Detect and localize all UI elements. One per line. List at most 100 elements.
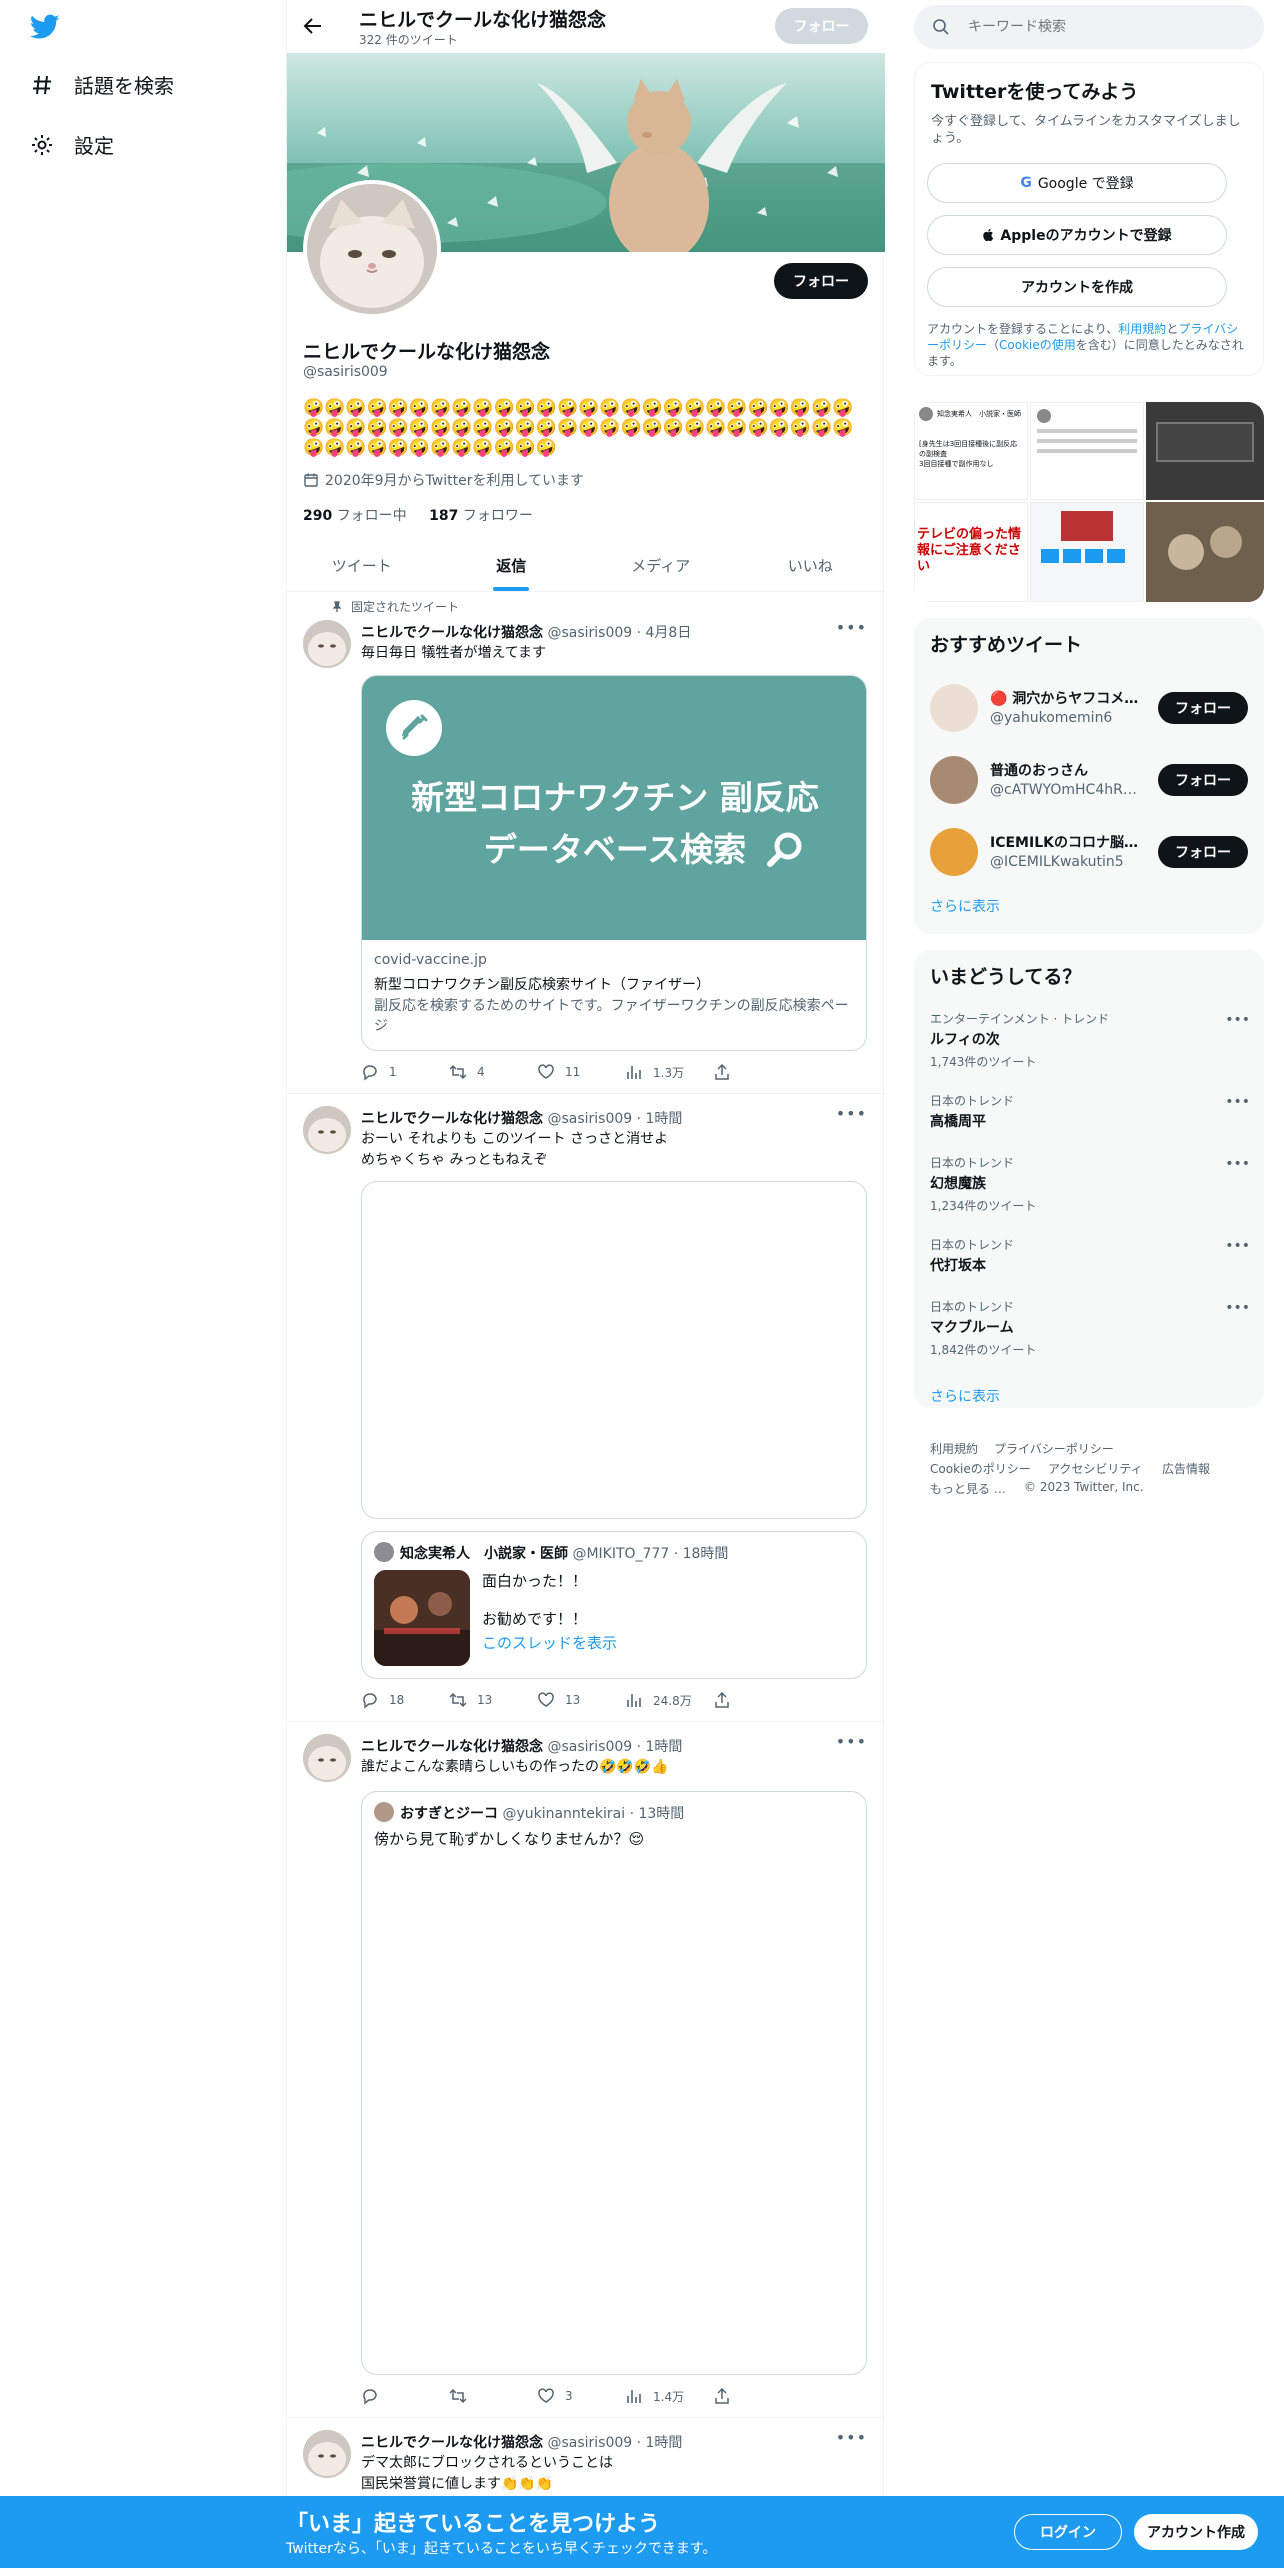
follow-button[interactable]: フォロー — [1158, 764, 1248, 796]
trend-item[interactable]: 日本のトレンド 代打坂本 ••• — [930, 1236, 1250, 1275]
footer-ads-link[interactable]: 広告情報 — [1162, 1460, 1210, 1477]
show-thread-link[interactable]: このスレッドを表示 — [482, 1632, 617, 1653]
more-icon[interactable]: ••• — [1225, 1238, 1250, 1254]
media-tile-2[interactable] — [1030, 402, 1144, 500]
trend-name: 代打坂本 — [930, 1258, 986, 1274]
tab-tweets[interactable]: ツイート — [287, 540, 437, 591]
views-button[interactable]: 1.4万 — [625, 2386, 713, 2406]
footer-accessibility-link[interactable]: アクセシビリティ — [1048, 1460, 1143, 1477]
tab-media[interactable]: メディア — [586, 540, 736, 591]
more-icon[interactable]: ••• — [836, 1104, 867, 1123]
reply-button[interactable] — [361, 2386, 449, 2406]
tweet-avatar[interactable] — [303, 1734, 351, 1782]
nav-settings[interactable]: 設定 — [28, 130, 114, 159]
nav-explore[interactable]: 話題を検索 — [28, 70, 174, 99]
tweet-1[interactable]: 固定されたツイート ニヒルでクールな化け猫怨念 @sasiris009 · 4月… — [287, 592, 885, 1094]
more-icon[interactable]: ••• — [1225, 1094, 1250, 1110]
reply-button[interactable]: 18 — [361, 1690, 449, 1710]
share-button[interactable] — [713, 1062, 801, 1082]
media-tile-1[interactable]: 知念実希人 小説家・医師 [身先生は3回目接種後に副反応の副検査 3回目接種で副… — [914, 402, 1028, 500]
retweet-button[interactable]: 13 — [449, 1690, 537, 1710]
tweet-avatar[interactable] — [303, 1106, 351, 1154]
followers-label: フォロワー — [462, 508, 533, 524]
quote-text-2: お勧めです！！ — [482, 1610, 588, 1628]
tweet-meta[interactable]: @sasiris009 · 4月8日 — [547, 625, 691, 641]
cookie-link[interactable]: Cookieの使用 — [999, 338, 1076, 352]
create-account-button[interactable]: アカウントを作成 — [927, 267, 1227, 307]
tweet-meta[interactable]: @sasiris009 · 1時間 — [547, 1111, 682, 1127]
follow-button[interactable]: フォロー — [1158, 692, 1248, 724]
recommend-user-2[interactable]: 普通のおっさん @cATWYOmHC4hR… フォロー — [914, 744, 1264, 816]
search-input[interactable] — [968, 19, 1228, 35]
tweet-2[interactable]: ニヒルでクールな化け猫怨念 @sasiris009 · 1時間 ••• おーい … — [287, 1094, 885, 1722]
more-icon[interactable]: ••• — [836, 618, 867, 637]
recommend-user-1[interactable]: 🔴 洞穴からヤフコメ… @yahukomemin6 フォロー — [914, 672, 1264, 744]
tweet-author-name[interactable]: ニヒルでクールな化け猫怨念 — [361, 625, 543, 641]
tab-likes[interactable]: いいね — [736, 540, 886, 591]
tab-replies[interactable]: 返信 — [437, 540, 587, 591]
embedded-media-placeholder[interactable] — [361, 1181, 867, 1519]
share-button[interactable] — [713, 1690, 801, 1710]
retweet-button[interactable] — [449, 2386, 537, 2406]
header-follow-button[interactable]: フォロー — [775, 8, 868, 44]
login-button[interactable]: ログイン — [1014, 2514, 1122, 2550]
more-icon[interactable]: ••• — [1225, 1012, 1250, 1028]
footer-privacy-link[interactable]: プライバシーポリシー — [994, 1440, 1114, 1457]
tweet-avatar[interactable] — [303, 620, 351, 668]
tweet-author-name[interactable]: ニヒルでクールな化け猫怨念 — [361, 1739, 543, 1755]
search-box[interactable] — [914, 5, 1264, 49]
tweet-avatar[interactable] — [303, 2430, 351, 2478]
tile3-text: テレビの偏った情報にご注意ください — [917, 527, 1022, 574]
trend-item[interactable]: 日本のトレンド 幻想魔族 1,234件のツイート ••• — [930, 1154, 1250, 1214]
back-arrow-icon[interactable] — [301, 14, 325, 42]
profile-follow-button[interactable]: フォロー — [774, 263, 868, 299]
more-icon[interactable]: ••• — [836, 1732, 867, 1751]
views-button[interactable]: 24.8万 — [625, 1690, 713, 1710]
more-icon[interactable]: ••• — [1225, 1156, 1250, 1172]
trend-item[interactable]: 日本のトレンド 高橋周平 ••• — [930, 1092, 1250, 1131]
terms-link[interactable]: 利用規約 — [1118, 322, 1166, 336]
media-tile-6[interactable] — [1146, 502, 1264, 602]
tweet-meta[interactable]: @sasiris009 · 1時間 — [547, 2435, 682, 2451]
more-icon[interactable]: ••• — [1225, 1300, 1250, 1316]
media-tile-5[interactable] — [1030, 502, 1144, 602]
recommend-user-3[interactable]: ICEMILKのコロナ脳… @ICEMILKwakutin5 フォロー — [914, 816, 1264, 888]
like-button[interactable]: 13 — [537, 1690, 625, 1710]
quote-avatar — [374, 1542, 394, 1562]
tweet-author-name[interactable]: ニヒルでクールな化け猫怨念 — [361, 2435, 543, 2451]
google-signup-button[interactable]: G Google で登録 — [927, 163, 1227, 203]
trend-item[interactable]: 日本のトレンド マクブルーム 1,842件のツイート ••• — [930, 1298, 1250, 1358]
apple-signup-button[interactable]: Appleのアカウントで登録 — [927, 215, 1227, 255]
footer-cookie-link[interactable]: Cookieのポリシー — [930, 1460, 1031, 1477]
quote-tweet[interactable]: 知念実希人 小説家・医師 @MIKITO_777 · 18時間 面白かった！！ … — [361, 1531, 867, 1679]
like-button[interactable]: 11 — [537, 1062, 625, 1082]
quote-thumbnail[interactable] — [374, 1570, 470, 1666]
reply-button[interactable]: 1 — [361, 1062, 449, 1082]
twitter-logo-icon[interactable] — [29, 14, 60, 44]
profile-avatar[interactable] — [303, 180, 441, 318]
link-card[interactable]: 新型コロナワクチン 副反応 データベース検索 covid-vaccine.jp … — [361, 675, 867, 1051]
views-count: 24.8万 — [653, 1693, 692, 1708]
recommend-more-link[interactable]: さらに表示 — [930, 896, 1000, 916]
trend-item[interactable]: エンターテインメント · トレンド ルフィの次 1,743件のツイート ••• — [930, 1010, 1250, 1070]
footer-more-link[interactable]: もっと見る … — [930, 1480, 1006, 1497]
media-tile-3[interactable] — [1146, 402, 1264, 500]
tweet-3[interactable]: ニヒルでクールな化け猫怨念 @sasiris009 · 1時間 ••• 誰だよこ… — [287, 1722, 885, 2418]
banner-signup-button[interactable]: アカウント作成 — [1134, 2514, 1258, 2550]
followers-link[interactable]: 187 フォロワー — [429, 508, 533, 524]
share-button[interactable] — [713, 2386, 801, 2406]
tweet-meta[interactable]: @sasiris009 · 1時間 — [547, 1739, 682, 1755]
following-link[interactable]: 290 フォロー中 — [303, 508, 407, 524]
quote-tweet[interactable]: おすぎとジーコ @yukinanntekirai · 13時間 傍から見て恥ずか… — [361, 1791, 867, 2375]
media-tile-4[interactable]: テレビの偏った情報にご注意ください — [914, 502, 1028, 602]
footer-terms-link[interactable]: 利用規約 — [930, 1440, 978, 1457]
retweet-count: 4 — [477, 1065, 485, 1079]
like-button[interactable]: 3 — [537, 2386, 625, 2406]
follow-button[interactable]: フォロー — [1158, 836, 1248, 868]
views-button[interactable]: 1.3万 — [625, 1062, 713, 1082]
more-icon[interactable]: ••• — [836, 2428, 867, 2447]
tweet-author-name[interactable]: ニヒルでクールな化け猫怨念 — [361, 1111, 543, 1127]
retweet-button[interactable]: 4 — [449, 1062, 537, 1082]
trend-name: ルフィの次 — [930, 1032, 1000, 1048]
trends-more-link[interactable]: さらに表示 — [930, 1386, 1000, 1406]
